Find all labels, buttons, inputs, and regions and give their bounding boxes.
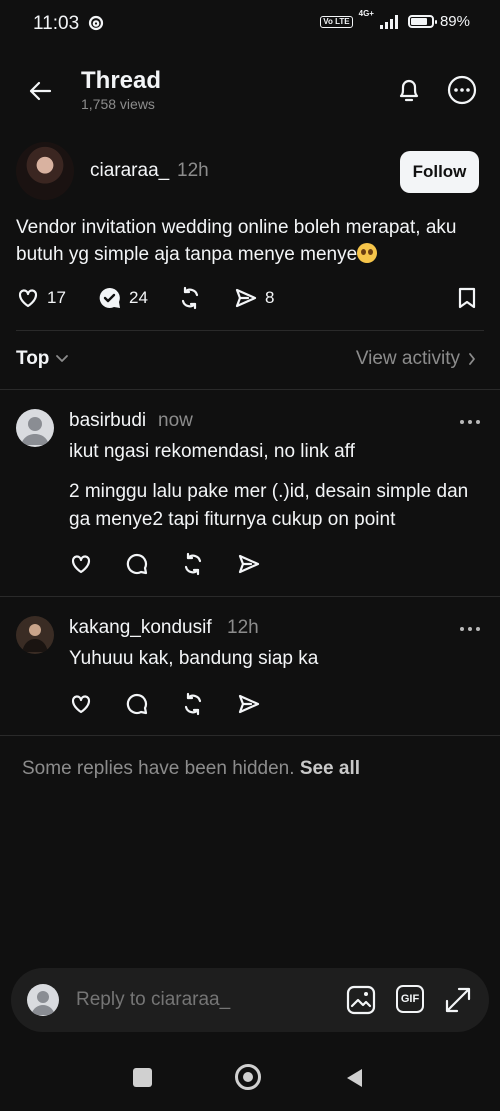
status-right: Vo LTE 4G+ 89%	[320, 9, 470, 30]
chevron-down-icon	[55, 354, 69, 364]
replied-bubble-icon	[98, 286, 122, 310]
send-icon[interactable]	[237, 692, 261, 716]
heart-icon[interactable]	[69, 692, 93, 716]
sort-label: Top	[16, 348, 50, 369]
heart-icon[interactable]	[69, 552, 93, 576]
reply-more-icon[interactable]	[460, 420, 480, 424]
reply-text: Yuhuuu kak, bandung siap ka	[69, 648, 319, 669]
user-avatar	[27, 984, 59, 1016]
back-arrow-icon[interactable]	[25, 76, 55, 106]
view-count: 1,758 views	[81, 96, 155, 112]
status-bar: 11:03 Vo LTE 4G+ 89%	[0, 0, 500, 48]
more-options-icon[interactable]	[447, 75, 477, 105]
network-type: 4G+	[358, 9, 374, 18]
send-icon	[234, 286, 258, 310]
reply-time: now	[158, 410, 193, 431]
post-body: Vendor invitation wedding online boleh m…	[16, 214, 476, 268]
reply-username[interactable]: basirbudi	[69, 410, 146, 432]
bookmark-icon[interactable]	[456, 286, 478, 310]
reply-more-icon[interactable]	[460, 627, 480, 631]
bell-icon[interactable]	[393, 74, 425, 106]
reply-count: 24	[129, 288, 148, 307]
repost-icon	[178, 286, 202, 310]
home-icon[interactable]	[235, 1064, 261, 1090]
page-title: Thread	[81, 67, 162, 94]
nav-back-icon[interactable]	[344, 1067, 364, 1089]
share-count: 8	[265, 288, 275, 307]
reply-input[interactable]	[74, 988, 318, 1012]
post-time: 12h	[177, 160, 209, 181]
repost-icon[interactable]	[181, 552, 205, 576]
heart-icon	[16, 286, 40, 310]
divider	[0, 389, 500, 390]
reply-composer: GIF	[11, 968, 489, 1032]
status-time: 11:03	[33, 13, 80, 34]
divider	[16, 330, 484, 331]
volte-badge: Vo LTE	[320, 15, 353, 28]
reply-text: 2 minggu lalu pake mer (.)id, desain sim…	[69, 481, 469, 530]
comment-icon[interactable]	[125, 552, 149, 576]
repost-icon[interactable]	[181, 692, 205, 716]
reply-avatar[interactable]	[16, 409, 54, 447]
chevron-right-icon	[468, 352, 476, 366]
recent-apps-icon[interactable]	[133, 1068, 152, 1087]
threads-logo-icon	[88, 15, 104, 31]
reply-avatar[interactable]	[16, 616, 54, 654]
post-actions: 17 24 8	[16, 286, 478, 314]
divider	[0, 596, 500, 597]
like-action[interactable]: 17	[16, 286, 66, 310]
reply-time: 12h	[227, 617, 259, 638]
view-activity-label: View activity	[355, 348, 460, 369]
send-icon[interactable]	[237, 552, 261, 576]
like-count: 17	[47, 288, 66, 307]
post-author[interactable]: ciararaa_	[90, 160, 169, 182]
comment-icon[interactable]	[125, 692, 149, 716]
see-all-link[interactable]: See all	[300, 758, 360, 779]
share-action[interactable]: 8	[234, 286, 274, 310]
hidden-replies-text: Some replies have been hidden.	[22, 758, 295, 779]
post-text: Vendor invitation wedding online boleh m…	[16, 217, 457, 265]
gif-button[interactable]: GIF	[396, 985, 424, 1013]
expand-icon[interactable]	[443, 985, 473, 1015]
divider	[0, 735, 500, 736]
battery-icon	[407, 15, 437, 28]
sort-dropdown[interactable]: Top	[16, 348, 69, 370]
reply-text: ikut ngasi rekomendasi, no link aff	[69, 441, 355, 462]
reply-username[interactable]: kakang_kondusif	[69, 617, 212, 639]
pleading-face-emoji-icon	[357, 243, 378, 263]
reply-actions	[69, 552, 261, 576]
reply-actions	[69, 692, 261, 716]
follow-button[interactable]: Follow	[400, 151, 479, 193]
reply-action[interactable]: 24	[98, 286, 148, 310]
image-icon[interactable]	[346, 985, 376, 1015]
hidden-replies-note: Some replies have been hidden. See all	[22, 758, 360, 780]
repost-action[interactable]	[178, 286, 202, 310]
view-activity-link[interactable]: View activity	[356, 348, 476, 370]
signal-icon	[379, 14, 402, 29]
battery-level: 89%	[439, 13, 470, 30]
author-avatar[interactable]	[16, 142, 74, 200]
